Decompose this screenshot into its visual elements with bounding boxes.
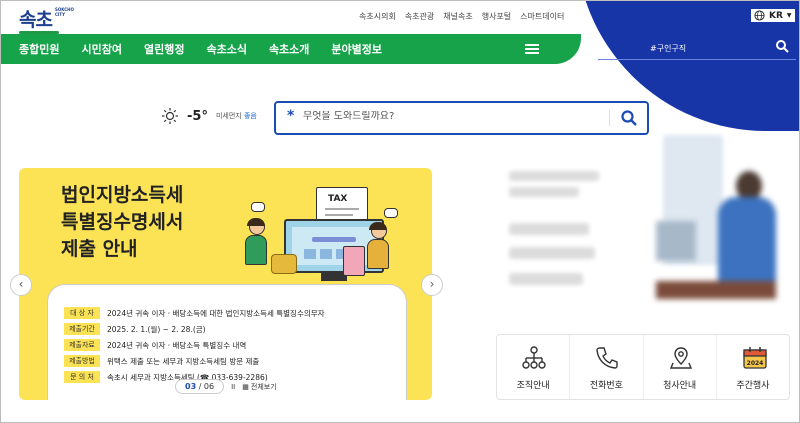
logo-text: 속초 [19, 9, 53, 31]
hashtag-search[interactable]: #구인구직 [598, 38, 796, 60]
top-link-council[interactable]: 속초시의회 [359, 11, 396, 22]
top-links: 속초시의회 속초관광 채널속초 행사포털 스마트데이터 [359, 11, 564, 22]
blurred-photo [656, 161, 776, 311]
quick-link-label: 주간행사 [736, 381, 770, 391]
info-row-period: 제출기간 2025. 2. 1.(월) ~ 2. 28.(금) [64, 323, 206, 335]
temperature: -5° [187, 108, 208, 124]
hashtag-text: #구인구직 [650, 44, 687, 53]
nav-item-news[interactable]: 속초소식 [206, 41, 246, 57]
tax-banner-slide[interactable]: 법인지방소득세 특별징수명세서 제출 안내 TAX 대 상 자 2024년 귀속 … [19, 168, 432, 400]
chevron-down-icon: ▼ [786, 12, 792, 19]
asterisk-icon: * [287, 108, 295, 124]
calendar-year-badge: 2024 [746, 360, 763, 367]
quick-links: 조직안내 전화번호 청사안내 2024 주간행사 [496, 334, 790, 400]
grid-icon: ▦ [242, 382, 249, 391]
chevron-left-icon: ‹ [18, 277, 24, 291]
info-row-target: 대 상 자 2024년 귀속 이자 · 배당소득에 대한 법인지방소득세 특별징수… [64, 307, 325, 319]
top-link-channel[interactable]: 채널속초 [443, 11, 472, 22]
nav-item-participation[interactable]: 시민참여 [81, 41, 121, 57]
info-row-method: 제출방법 위택스 제출 또는 세무과 지방소득세팀 방문 제출 [64, 355, 259, 367]
slide-counter: 03 / 06 [175, 379, 225, 394]
quick-link-label: 전화번호 [589, 381, 623, 391]
pause-button[interactable]: II [231, 383, 235, 391]
top-link-tourism[interactable]: 속초관광 [405, 11, 434, 22]
page: 속초 SOKCHO CITY 속초시의회 속초관광 채널속초 행사포털 스마트데이… [0, 0, 800, 423]
speech-bubble-icon [384, 208, 398, 218]
banner-pager: 03 / 06 II ▦ 전체보기 [175, 379, 277, 394]
info-row-documents: 제출자료 2024년 귀속 이자 · 배당소득 특별징수 내역 [64, 339, 246, 351]
logo-subtext: SOKCHO CITY [55, 7, 74, 17]
language-code: KR [769, 10, 783, 21]
person-illustration [367, 222, 389, 269]
quick-link-label: 청사안내 [663, 381, 697, 391]
search-icon[interactable] [620, 109, 638, 127]
slide-next-button[interactable]: › [421, 274, 443, 296]
globe-icon [754, 10, 765, 21]
quick-link-phone[interactable]: 전화번호 [570, 335, 644, 399]
view-all-button[interactable]: ▦ 전체보기 [242, 382, 276, 392]
sun-icon [162, 108, 178, 124]
slide-prev-button[interactable]: ‹ [10, 274, 32, 296]
nav-item-about[interactable]: 속초소개 [269, 41, 309, 57]
quick-link-building[interactable]: 청사안내 [644, 335, 717, 399]
coins-illustration [271, 254, 297, 274]
nav-item-civil-service[interactable]: 종합민원 [19, 41, 59, 57]
person-illustration [245, 218, 267, 265]
banner-title: 법인지방소득세 특별징수명세서 제출 안내 [61, 184, 184, 260]
quick-link-label: 조직안내 [516, 381, 550, 391]
search-divider [609, 110, 610, 126]
main-nav: 종합민원 시민참여 열린행정 속초소식 속초소개 분야별정보 [1, 34, 581, 64]
language-selector[interactable]: KR ▼ [751, 9, 795, 22]
weather-widget: -5° 미세먼지 좋음 [161, 107, 257, 125]
speech-bubble-icon [251, 202, 265, 212]
top-link-events[interactable]: 행사포털 [482, 11, 511, 22]
search-icon[interactable] [775, 39, 789, 53]
chevron-right-icon: › [429, 277, 435, 291]
quick-link-weekly-events[interactable]: 2024 주간행사 [717, 335, 789, 399]
location-icon [669, 347, 692, 369]
calendar-icon: 2024 [743, 347, 767, 369]
sokcho-logo[interactable]: 속초 SOKCHO CITY [19, 5, 79, 35]
fine-dust-status: 미세먼지 좋음 [215, 112, 257, 120]
top-link-smartdata[interactable]: 스마트데이터 [520, 11, 564, 22]
main-search-box: * [274, 101, 649, 135]
nav-item-open-admin[interactable]: 열린행정 [144, 41, 184, 57]
quick-link-organization[interactable]: 조직안내 [497, 335, 571, 399]
calculator-illustration [343, 246, 365, 276]
search-input[interactable] [303, 111, 583, 122]
phone-icon [596, 347, 618, 369]
hamburger-menu-icon[interactable] [525, 44, 539, 54]
org-chart-icon [522, 346, 546, 369]
tax-label: TAX [328, 194, 348, 204]
nav-item-field-info[interactable]: 분야별정보 [331, 41, 382, 57]
